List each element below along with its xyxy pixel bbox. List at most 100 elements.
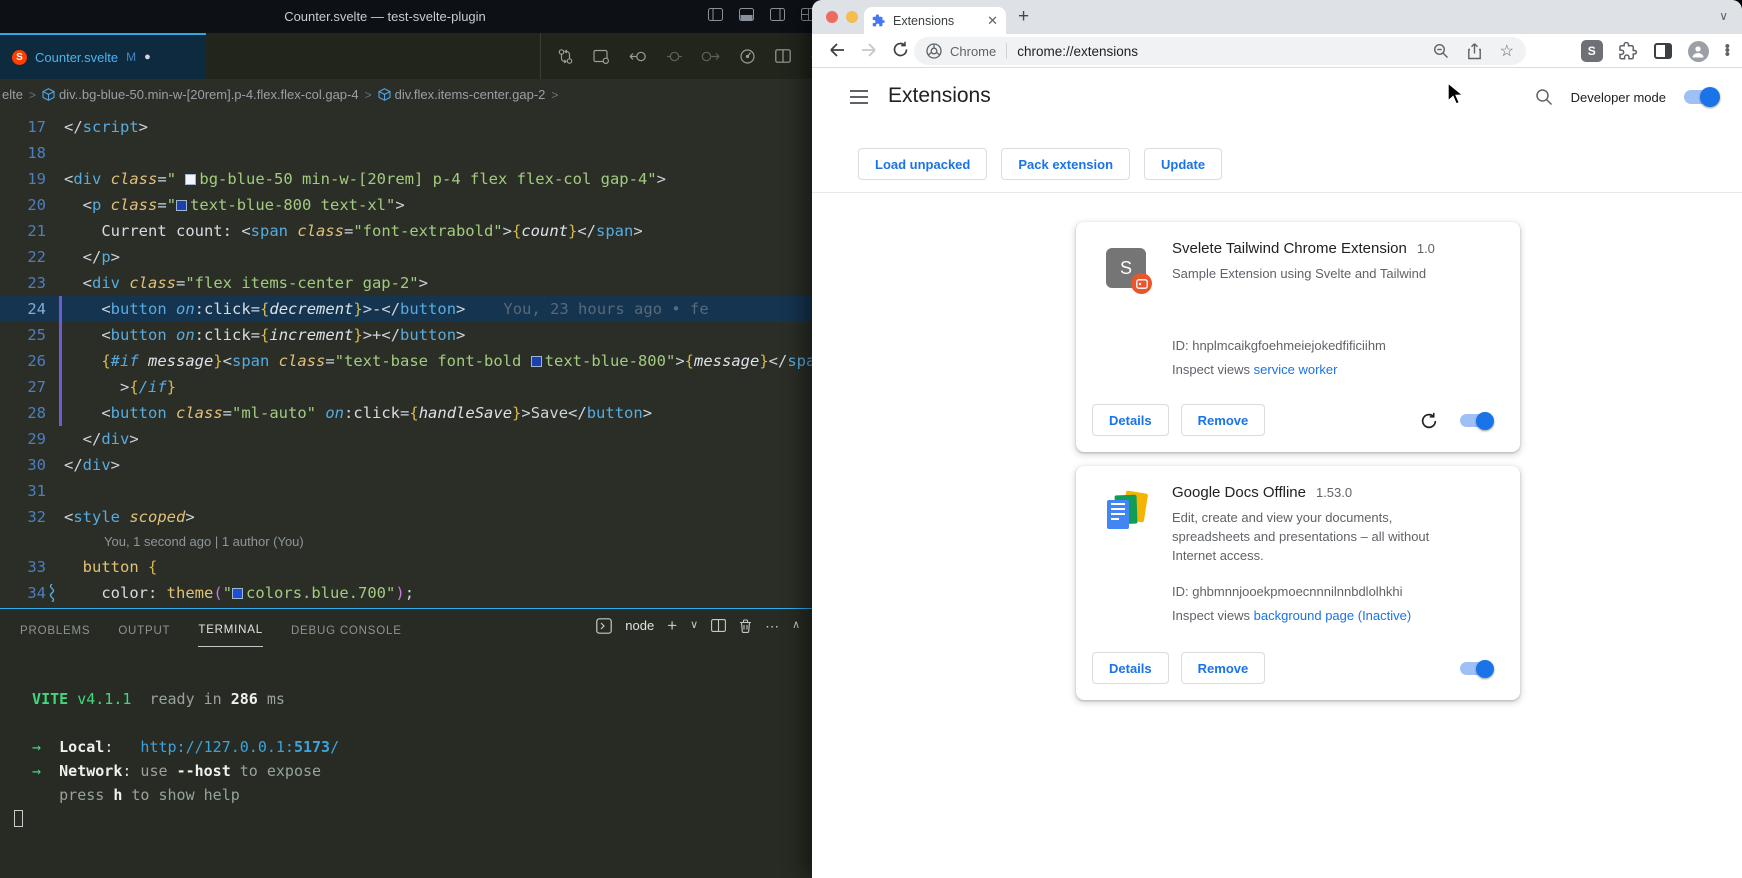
search-icon[interactable]: [1535, 88, 1553, 106]
extensions-page: Extensions Developer mode Load unpacked …: [812, 68, 1742, 878]
panel-more-icon[interactable]: ⋯: [765, 619, 779, 633]
code-line: 31: [0, 478, 830, 504]
shell-label[interactable]: node: [625, 618, 654, 633]
line-number: 32: [0, 504, 46, 530]
color-swatch-decorator: [232, 588, 243, 599]
extension-description: Edit, create and view your documents, sp…: [1172, 508, 1434, 565]
kill-terminal-trash-icon[interactable]: [739, 619, 752, 633]
panel-tab-problems[interactable]: PROBLEMS: [20, 625, 90, 647]
back-icon[interactable]: [828, 41, 846, 59]
close-tab-icon[interactable]: ✕: [987, 13, 998, 29]
timeline-run-icon[interactable]: [739, 48, 756, 65]
breadcrumb[interactable]: elte > div..bg-blue-50.min-w-[20rem].p-4…: [0, 79, 830, 110]
pinned-svelte-extension-icon[interactable]: S: [1581, 40, 1603, 62]
developer-mode-label: Developer mode: [1571, 90, 1666, 105]
maximize-panel-icon[interactable]: ∧: [792, 620, 800, 631]
url-text[interactable]: chrome://extensions: [1017, 44, 1138, 59]
close-window-button[interactable]: [826, 11, 838, 23]
panel-tab-output[interactable]: OUTPUT: [118, 625, 170, 647]
share-icon[interactable]: [1467, 43, 1482, 60]
breadcrumb-node-outer-div[interactable]: div..bg-blue-50.min-w-[20rem].p-4.flex.f…: [42, 87, 359, 102]
bookmark-star-icon[interactable]: ☆: [1500, 41, 1514, 61]
line-number: 30: [0, 452, 46, 478]
zoom-icon[interactable]: [1433, 43, 1449, 59]
panel-tab-debug-console[interactable]: DEBUG CONSOLE: [291, 625, 402, 647]
split-terminal-icon[interactable]: [711, 619, 726, 632]
breadcrumb-file-tail[interactable]: elte: [2, 87, 23, 102]
pack-extension-button[interactable]: Pack extension: [1001, 148, 1130, 180]
reload-extension-icon[interactable]: [1420, 412, 1438, 430]
toggle-panel-icon[interactable]: [739, 8, 754, 21]
line-number: 22: [0, 244, 46, 270]
reload-icon[interactable]: [892, 41, 909, 58]
terminal-line: [14, 711, 830, 735]
color-swatch-decorator: [185, 174, 196, 185]
extension-name-row: Svelete Tailwind Chrome Extension1.0: [1172, 240, 1435, 257]
vscode-tab-bar: S Counter.svelte M ● ⋯: [0, 33, 830, 79]
tab-search-chevron-icon[interactable]: ∨: [1719, 9, 1728, 23]
card-buttons: Details Remove: [1092, 404, 1265, 436]
remove-button[interactable]: Remove: [1181, 652, 1266, 684]
extension-enabled-toggle[interactable]: [1460, 662, 1492, 675]
terminal-output[interactable]: VITE v4.1.1 ready in 286 ms → Local: htt…: [0, 647, 830, 831]
vscode-window: Counter.svelte — test-svelte-plugin S Co…: [0, 0, 830, 878]
chrome-window: Extensions ✕ + ∨ Chrome chrome://extensi…: [812, 0, 1742, 878]
breadcrumb-separator: >: [551, 88, 558, 102]
git-modified-gutter-bar: [59, 348, 62, 374]
card-buttons: Details Remove: [1092, 652, 1265, 684]
browser-tab-extensions[interactable]: Extensions ✕: [864, 7, 1006, 34]
menu-hamburger-icon[interactable]: [850, 90, 868, 108]
code-editor[interactable]: 17</script>1819<div class=" bg-blue-50 m…: [0, 114, 830, 608]
chrome-site-icon: [926, 43, 942, 59]
open-changes-icon[interactable]: [557, 48, 574, 65]
bottom-panel: PROBLEMS OUTPUT TERMINAL DEBUG CONSOLE n…: [0, 608, 830, 878]
code-line: 18: [0, 140, 830, 166]
tab-counter-svelte[interactable]: S Counter.svelte M ●: [0, 33, 206, 79]
nav-back-icon[interactable]: [629, 49, 648, 64]
load-unpacked-button[interactable]: Load unpacked: [858, 148, 987, 180]
header-right: Developer mode: [1535, 88, 1718, 106]
new-terminal-icon[interactable]: +: [667, 617, 677, 634]
split-editor-icon[interactable]: [775, 49, 791, 63]
line-number: 28: [0, 400, 46, 426]
terminal-cursor-line: [14, 807, 830, 831]
open-preview-icon[interactable]: [593, 48, 610, 65]
tab-dirty-indicator[interactable]: ●: [144, 51, 151, 63]
toggle-sidebar-icon[interactable]: [708, 8, 723, 21]
git-modified-gutter-bar: [59, 296, 62, 322]
gutter-decoration-squiggle: [49, 584, 55, 602]
developer-mode-toggle[interactable]: [1684, 90, 1718, 104]
chrome-menu-icon[interactable]: •••: [1725, 45, 1730, 57]
service-worker-link[interactable]: service worker: [1254, 362, 1338, 377]
omnibox[interactable]: Chrome chrome://extensions ☆: [914, 37, 1526, 65]
toggle-secondary-sidebar-icon[interactable]: [770, 8, 785, 21]
terminal-dropdown-icon[interactable]: ∨: [690, 620, 698, 631]
panel-tab-terminal[interactable]: TERMINAL: [198, 624, 263, 647]
color-swatch-decorator: [176, 200, 187, 211]
background-page-link[interactable]: background page (Inactive): [1254, 608, 1412, 623]
extension-enabled-toggle[interactable]: [1460, 414, 1492, 427]
breadcrumb-node-inner-div[interactable]: div.flex.items-center.gap-2: [378, 87, 546, 102]
shell-node-icon: [596, 618, 612, 634]
update-button[interactable]: Update: [1144, 148, 1222, 180]
profile-avatar[interactable]: [1688, 41, 1709, 62]
line-number: 26: [0, 348, 46, 374]
panel-controls: node + ∨ ⋯ ∧ ×: [596, 617, 822, 634]
remove-button[interactable]: Remove: [1181, 404, 1266, 436]
new-tab-button[interactable]: +: [1018, 6, 1029, 28]
code-line: 19<div class=" bg-blue-50 min-w-[20rem] …: [0, 166, 830, 192]
terminal-line: → Local: http://127.0.0.1:5173/: [14, 735, 830, 759]
details-button[interactable]: Details: [1092, 652, 1169, 684]
tab-filename: Counter.svelte: [35, 50, 118, 65]
side-panel-icon[interactable]: [1654, 43, 1672, 59]
terminal-line: press h to show help: [14, 783, 830, 807]
symbol-cube-icon: [42, 88, 55, 101]
extension-name: Svelete Tailwind Chrome Extension: [1172, 240, 1407, 257]
minimize-window-button[interactable]: [846, 11, 858, 23]
extensions-puzzle-icon[interactable]: [1619, 42, 1638, 61]
details-button[interactable]: Details: [1092, 404, 1169, 436]
page-title: Extensions: [888, 84, 991, 108]
git-codelens[interactable]: You, 1 second ago | 1 author (You): [0, 530, 830, 554]
svelte-extension-icon: S: [1106, 248, 1148, 290]
line-number: 23: [0, 270, 46, 296]
